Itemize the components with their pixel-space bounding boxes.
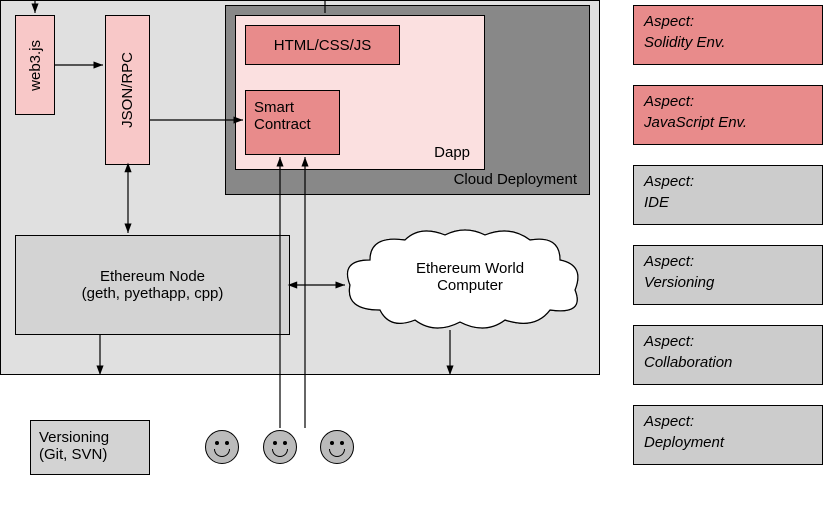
eth-node-label: Ethereum Node (geth, pyethapp, cpp) xyxy=(82,268,224,302)
versioning-label: Versioning (Git, SVN) xyxy=(39,429,109,463)
dapp-label: Dapp xyxy=(434,144,470,161)
aspect-solidity-label: Aspect: Solidity Env. xyxy=(644,13,725,51)
aspect-versioning-label: Aspect: Versioning xyxy=(644,253,714,291)
aspect-deployment: Aspect: Deployment xyxy=(633,405,823,465)
aspect-versioning: Aspect: Versioning xyxy=(633,245,823,305)
aspect-javascript: Aspect: JavaScript Env. xyxy=(633,85,823,145)
aspect-javascript-label: Aspect: JavaScript Env. xyxy=(644,93,747,131)
jsonrpc-box: JSON/RPC xyxy=(105,15,150,165)
web3js-box: web3.js xyxy=(15,15,55,115)
world-computer-label: Ethereum World Computer xyxy=(380,260,560,294)
user-icon xyxy=(205,430,239,464)
eth-node-box: Ethereum Node (geth, pyethapp, cpp) xyxy=(15,235,290,335)
cloud-deployment-label: Cloud Deployment xyxy=(454,171,577,188)
diagram-canvas: web3.js JSON/RPC Cloud Deployment Dapp H… xyxy=(0,0,834,505)
htmlcssjs-label: HTML/CSS/JS xyxy=(274,37,372,54)
aspect-ide-label: Aspect: IDE xyxy=(644,173,694,211)
aspect-collaboration-label: Aspect: Collaboration xyxy=(644,333,732,371)
aspect-ide: Aspect: IDE xyxy=(633,165,823,225)
web3js-label: web3.js xyxy=(27,40,44,91)
aspect-deployment-label: Aspect: Deployment xyxy=(644,413,724,451)
smart-contract-label: Smart Contract xyxy=(254,99,311,133)
jsonrpc-label: JSON/RPC xyxy=(119,52,136,128)
smart-contract-box: Smart Contract xyxy=(245,90,340,155)
aspect-collaboration: Aspect: Collaboration xyxy=(633,325,823,385)
aspect-solidity: Aspect: Solidity Env. xyxy=(633,5,823,65)
htmlcssjs-box: HTML/CSS/JS xyxy=(245,25,400,65)
user-icon xyxy=(263,430,297,464)
versioning-box: Versioning (Git, SVN) xyxy=(30,420,150,475)
user-icon xyxy=(320,430,354,464)
